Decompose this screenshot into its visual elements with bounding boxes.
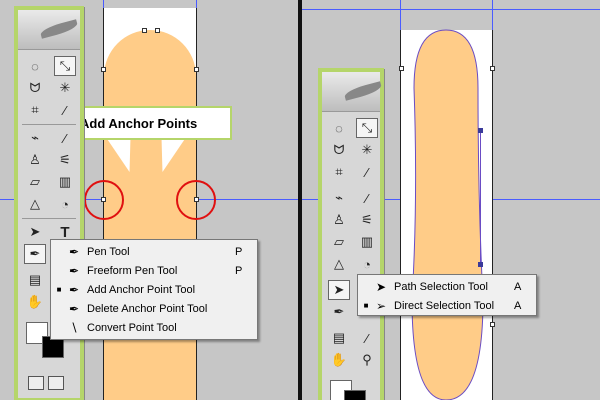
eraser-tool-icon[interactable]: ▱ <box>24 172 46 192</box>
history-brush-icon[interactable]: ⚟ <box>54 150 76 170</box>
marquee-tool-icon[interactable]: ◌ <box>24 56 46 76</box>
lasso-tool-icon[interactable]: ᗢ <box>328 140 350 160</box>
anchor-point[interactable] <box>142 28 147 33</box>
notes-tool-icon[interactable]: ▤ <box>328 328 350 348</box>
crop-tool-icon[interactable]: ⌗ <box>328 162 350 182</box>
toolbox: ◌ ⤡ ᗢ ✳ ⌗ ⁄ ⌁ ∕ ♙ ⚟ ▱ ▥ △ ◔ ➤ T ✒ ▤ ✋ <box>14 6 84 400</box>
menu-item-delete-anchor-point-tool[interactable]: ✒ Delete Anchor Point Tool <box>51 299 257 318</box>
anchor-point[interactable] <box>155 28 160 33</box>
anchor-point-selected[interactable] <box>478 128 483 133</box>
menu-item-convert-point-tool[interactable]: ∖ Convert Point Tool <box>51 318 257 337</box>
toolbox: ◌ ⤡ ᗢ ✳ ⌗ ⁄ ⌁ ∕ ♙ ⚟ ▱ ▥ △ ◔ ➤ ✒ ▤ ⁄ ✋ ⚲ <box>318 68 384 400</box>
healing-brush-icon[interactable]: ⌁ <box>328 188 350 208</box>
toolbox-divider <box>22 124 76 125</box>
left-panel: Add Anchor Points ◌ ⤡ ᗢ ✳ ⌗ ⁄ ⌁ ∕ ♙ ⚟ ▱ … <box>0 0 298 400</box>
selection-tool-flyout: ➤ Path Selection Tool A ■ ➢ Direct Selec… <box>357 274 537 316</box>
menu-item-shortcut: P <box>235 264 243 277</box>
pen-tool-icon[interactable]: ✒ <box>328 302 350 322</box>
menu-item-label: Direct Selection Tool <box>394 299 495 312</box>
menu-item-shortcut: A <box>514 280 522 293</box>
brush-tool-icon[interactable]: ∕ <box>54 128 76 148</box>
dodge-tool-icon[interactable]: ◔ <box>356 254 378 274</box>
menu-item-label: Freeform Pen Tool <box>87 264 178 277</box>
brush-tool-icon[interactable]: ∕ <box>356 188 378 208</box>
selected-bullet: ■ <box>56 285 62 294</box>
selected-bullet: ■ <box>363 301 369 310</box>
dodge-tool-icon[interactable]: ◔ <box>54 194 76 214</box>
quick-mask-mode-icon[interactable] <box>48 376 64 390</box>
marquee-tool-icon[interactable]: ◌ <box>328 118 350 138</box>
zoom-tool-icon[interactable]: ⚲ <box>356 350 378 370</box>
direct-selection-tool-icon[interactable]: ➤ <box>328 280 350 300</box>
right-panel: ◌ ⤡ ᗢ ✳ ⌗ ⁄ ⌁ ∕ ♙ ⚟ ▱ ▥ △ ◔ ➤ ✒ ▤ ⁄ ✋ ⚲ … <box>302 0 600 400</box>
anchor-point[interactable] <box>101 67 106 72</box>
feather-logo-icon <box>343 81 383 101</box>
hand-tool-icon[interactable]: ✋ <box>24 292 46 312</box>
healing-brush-icon[interactable]: ⌁ <box>24 128 46 148</box>
standard-mode-icon[interactable] <box>28 376 44 390</box>
eraser-tool-icon[interactable]: ▱ <box>328 232 350 252</box>
highlight-ring-left <box>84 180 124 220</box>
direct-selection-icon: ➢ <box>375 298 387 313</box>
crop-tool-icon[interactable]: ⌗ <box>24 100 46 120</box>
magic-wand-icon[interactable]: ✳ <box>54 78 76 98</box>
add-anchor-icon: ✒ <box>68 282 80 297</box>
menu-item-label: Path Selection Tool <box>394 280 488 293</box>
eyedropper-tool-icon[interactable]: ⁄ <box>356 328 378 348</box>
menu-item-label: Pen Tool <box>87 245 130 258</box>
move-tool-icon[interactable]: ⤡ <box>356 118 378 138</box>
gradient-tool-icon[interactable]: ▥ <box>356 232 378 252</box>
menu-item-shortcut: P <box>235 245 243 258</box>
highlight-ring-right <box>176 180 216 220</box>
magic-wand-icon[interactable]: ✳ <box>356 140 378 160</box>
blur-tool-icon[interactable]: △ <box>24 194 46 214</box>
anchor-point[interactable] <box>490 322 495 327</box>
toolbox-divider <box>22 218 76 219</box>
anchor-point[interactable] <box>194 67 199 72</box>
toolbox-header[interactable] <box>18 10 80 50</box>
clone-stamp-icon[interactable]: ♙ <box>24 150 46 170</box>
menu-item-add-anchor-point-tool[interactable]: ■ ✒ Add Anchor Point Tool <box>51 280 257 299</box>
anchor-point-selected[interactable] <box>478 262 483 267</box>
callout-label: Add Anchor Points <box>80 115 198 131</box>
menu-item-direct-selection-tool[interactable]: ■ ➢ Direct Selection Tool A <box>358 296 536 315</box>
notes-tool-icon[interactable]: ▤ <box>24 270 46 290</box>
lasso-tool-icon[interactable]: ᗢ <box>24 78 46 98</box>
toolbox-header[interactable] <box>322 72 383 112</box>
freeform-pen-icon: ✒ <box>68 263 80 278</box>
slice-tool-icon[interactable]: ⁄ <box>356 162 378 182</box>
move-tool-icon[interactable]: ⤡ <box>54 56 76 76</box>
menu-item-label: Delete Anchor Point Tool <box>87 302 208 315</box>
anchor-point[interactable] <box>490 66 495 71</box>
menu-item-freeform-pen-tool[interactable]: ✒ Freeform Pen Tool P <box>51 261 257 280</box>
add-anchor-points-callout: Add Anchor Points <box>70 106 232 140</box>
anchor-point[interactable] <box>399 66 404 71</box>
path-selection-tool-icon[interactable]: ➤ <box>24 222 46 242</box>
menu-item-pen-tool[interactable]: ✒ Pen Tool P <box>51 242 257 261</box>
convert-point-icon: ∖ <box>70 320 78 335</box>
history-brush-icon[interactable]: ⚟ <box>356 210 378 230</box>
pen-tool-flyout: ✒ Pen Tool P ✒ Freeform Pen Tool P ■ ✒ A… <box>50 239 258 340</box>
menu-item-shortcut: A <box>514 299 522 312</box>
foreground-color-swatch[interactable] <box>344 390 366 400</box>
delete-anchor-icon: ✒ <box>68 301 80 316</box>
gradient-tool-icon[interactable]: ▥ <box>54 172 76 192</box>
menu-item-label: Convert Point Tool <box>87 321 177 334</box>
hand-tool-icon[interactable]: ✋ <box>328 350 350 370</box>
path-selection-icon: ➤ <box>375 279 387 294</box>
feather-logo-icon <box>39 19 79 39</box>
pen-tool-icon[interactable]: ✒ <box>24 244 46 264</box>
blur-tool-icon[interactable]: △ <box>328 254 350 274</box>
path-segment-highlight <box>480 130 481 264</box>
clone-stamp-icon[interactable]: ♙ <box>328 210 350 230</box>
slice-tool-icon[interactable]: ⁄ <box>54 100 76 120</box>
menu-item-label: Add Anchor Point Tool <box>87 283 196 296</box>
menu-item-path-selection-tool[interactable]: ➤ Path Selection Tool A <box>358 277 536 296</box>
pen-icon: ✒ <box>68 244 80 259</box>
